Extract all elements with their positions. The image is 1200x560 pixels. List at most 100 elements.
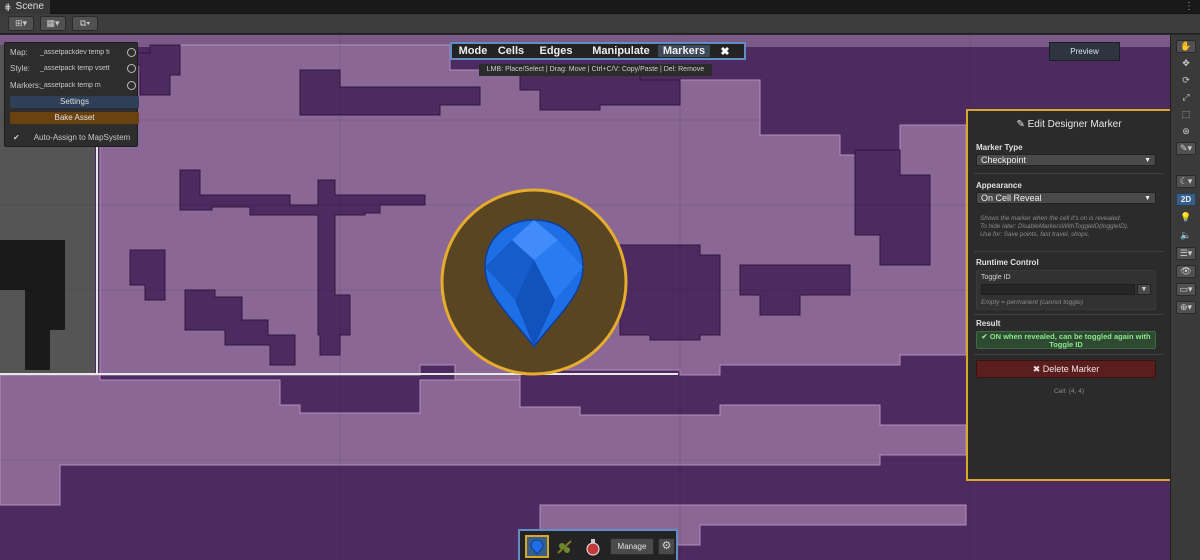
branch-icon [557,539,572,554]
chevron-down-icon: ▼ [1140,286,1148,293]
cell-coordinates: Cell: (4, 4) [1054,388,1084,395]
style-field-label: Style: [10,63,31,73]
move-tool-button[interactable]: ✥ [1176,57,1196,70]
panel-title: ✎ Edit Designer Marker [1016,119,1122,130]
camera-icon: ▭▾ [1179,284,1193,294]
light-toggle-button[interactable]: 💡 [1176,211,1196,224]
gear-icon[interactable]: ⚙ [658,538,675,555]
tab-markers[interactable]: Markers [658,45,710,57]
snap-icon: ⧉▾ [79,18,91,28]
gizmo-dropdown-button[interactable]: ⊞▾ [8,16,34,31]
rect-tool-button[interactable]: ⬚ [1176,108,1196,121]
appearance-value: On Cell Reveal [981,193,1042,203]
gizmos-dropdown-button[interactable]: ⊕▾ [1176,301,1196,314]
chevron-down-icon: ▼ [1144,157,1151,164]
tool-strip: ✋ ✥ ⟳ ⤢ ⬚ ⊛ ✎▾ ☾▾ 2D 💡 🔈 ☰▾ 👁 ▭▾ ⊕▾ [1170,35,1200,560]
object-picker-icon[interactable] [127,63,136,73]
marker-type-label: Marker Type [976,143,1023,152]
tab-cells[interactable]: Cells [494,45,528,57]
scale-icon: ⤢ [1182,92,1190,102]
visibility-toggle-button[interactable]: 👁 [1176,265,1196,278]
map-pin-icon [530,538,544,555]
appearance-select[interactable]: On Cell Reveal ▼ [976,192,1156,204]
settings-button[interactable]: Settings [10,96,139,108]
audio-toggle-button[interactable]: 🔈 [1176,229,1196,242]
markers-field-value[interactable]: _assetpack temp m [40,82,125,89]
style-field-row[interactable]: Style: _assetpack temp vsett [10,62,136,74]
divider [974,251,1164,252]
auto-assign-row[interactable]: ✔ Auto-Assign to MapSystem [13,133,130,142]
toggle-id-dropdown-button[interactable]: ▼ [1137,284,1151,295]
marker-palette-toolbar: Manage ⚙ [518,529,678,560]
speaker-icon: 🔈 [1180,230,1192,240]
marker-type-select[interactable]: Checkpoint ▼ [976,154,1156,166]
palette-slot-branch[interactable] [553,535,577,558]
increment-snap-dropdown-button[interactable]: ⧉▾ [72,16,98,31]
scene-tab-label: Scene [15,1,44,12]
palette-slot-potion[interactable] [581,535,605,558]
mode-label: Mode [458,45,488,57]
help-line: To hide later: DisableMarkersWithToggleI… [980,223,1129,230]
scene-toolbar: ⊞▾ ▦▾ ⧉▾ [0,14,1200,34]
help-line: Use for: Save points, fast travel, shops… [980,231,1090,238]
tab-manipulate[interactable]: Manipulate [584,45,658,57]
style-field-value[interactable]: _assetpack temp vsett [40,65,125,72]
layers-icon: ☰▾ [1179,248,1193,258]
scale-tool-button[interactable]: ⤢ [1176,91,1196,104]
effects-dropdown-button[interactable]: ☰▾ [1176,247,1196,260]
result-label: Result [976,319,1001,328]
tab-edges[interactable]: Edges [528,45,584,57]
object-picker-icon[interactable] [127,47,136,57]
scene-tab[interactable]: ⋕ Scene [0,0,50,14]
map-field-label: Map: [10,47,28,57]
delete-marker-button[interactable]: ✖ Delete Marker [976,360,1156,378]
window-title-bar: ⋕ Scene ⋮ [0,0,1200,14]
toggle-id-hint: Empty = permanent (cannot toggle) [981,299,1084,306]
toggle-id-label: Toggle ID [981,274,1011,281]
brush-icon: ✎▾ [1179,143,1193,153]
gizmo-icon: ⊞▾ [14,18,28,28]
hand-icon: ✋ [1180,41,1192,51]
camera-dropdown-button[interactable]: ▭▾ [1176,283,1196,296]
map-field-value[interactable]: _assetpackdev temp fi [40,49,125,56]
checkmark-icon[interactable]: ✔ [13,133,20,142]
divider [974,354,1164,355]
view-2d-toggle[interactable]: 2D [1176,193,1196,206]
appearance-help: Shows the marker when the cell it's on i… [980,215,1158,239]
close-icon[interactable]: ✖ [710,45,740,58]
controls-hint: LMB: Place/Select | Drag: Move | Ctrl+C/… [479,64,712,76]
lighting-dropdown-button[interactable]: ☾▾ [1176,175,1196,188]
grid-snap-icon: ▦▾ [46,18,60,28]
rotate-tool-button[interactable]: ⟳ [1176,74,1196,87]
rotate-icon: ⟳ [1182,75,1190,85]
bake-asset-button[interactable]: Bake Asset [10,112,139,124]
markers-field-row[interactable]: Markers: _assetpack temp m [10,79,136,91]
hand-tool-button[interactable]: ✋ [1176,40,1196,53]
palette-slot-checkpoint[interactable] [525,535,549,558]
map-wall-corridor-3 [619,244,721,341]
runtime-control-label: Runtime Control [976,258,1039,267]
toggle-id-input[interactable] [981,284,1135,295]
result-status-badge: ✔ ON when revealed, can be toggled again… [976,331,1156,349]
map-settings-panel: Map: _assetpackdev temp fi Style: _asset… [4,42,139,147]
preview-button[interactable]: Preview [1049,42,1120,61]
rect-tool-icon: ⬚ [1181,109,1191,119]
edit-marker-panel: ✎ Edit Designer Marker Marker Type Check… [966,109,1170,481]
object-picker-icon[interactable] [127,80,136,90]
checkpoint-marker[interactable] [440,188,628,376]
marker-type-value: Checkpoint [981,155,1027,165]
auto-assign-label: Auto-Assign to MapSystem [33,133,131,142]
transform-tool-button[interactable]: ⊛ [1176,125,1196,138]
map-field-row[interactable]: Map: _assetpackdev temp fi [10,46,136,58]
manage-button[interactable]: Manage [610,538,654,555]
appearance-label: Appearance [976,181,1022,190]
kebab-icon[interactable]: ⋮ [1184,0,1194,14]
divider [974,314,1164,315]
brush-tool-button[interactable]: ✎▾ [1176,142,1196,155]
globe-icon: ⊕▾ [1179,302,1193,312]
runtime-control-box: Toggle ID ▼ Empty = permanent (cannot to… [976,270,1156,310]
markers-field-label: Markers: [10,80,42,90]
result-line: Toggle ID [1049,340,1083,349]
grid-snap-dropdown-button[interactable]: ▦▾ [40,16,66,31]
editor-mode-toolbar: Mode Cells Edges Manipulate Markers ✖ [450,42,746,60]
